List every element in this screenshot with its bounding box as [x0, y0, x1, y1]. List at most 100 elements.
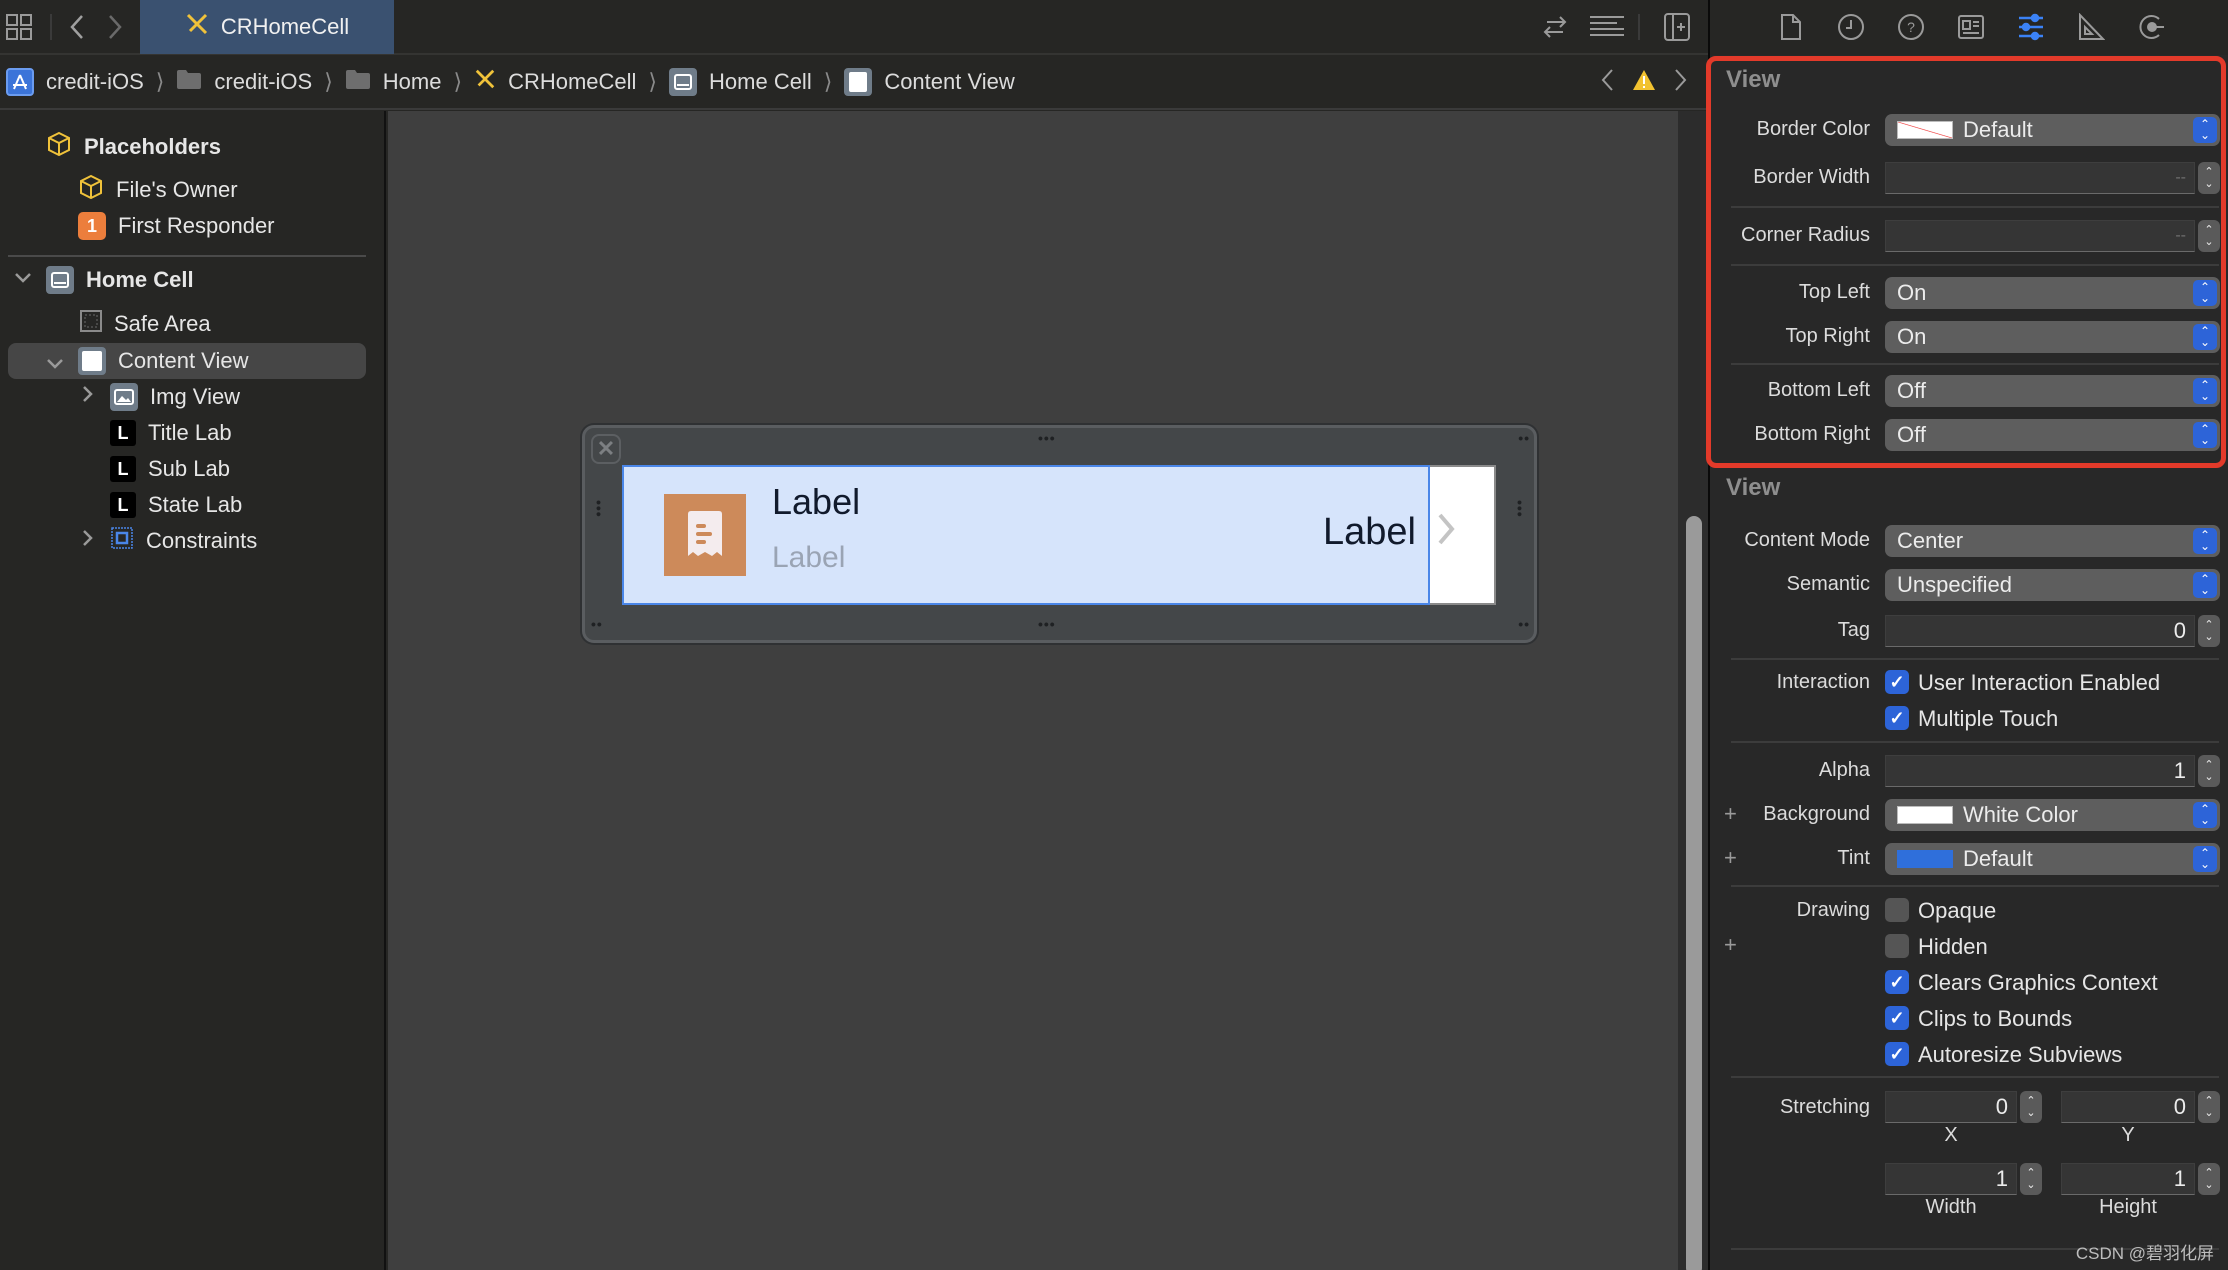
border-width-stepper[interactable]: ⌃ ⌄ [2198, 162, 2220, 194]
autoresize-checkbox[interactable]: ✓ [1885, 1042, 1909, 1066]
resize-handle-left[interactable]: ••• [591, 500, 607, 518]
chevron-right-icon[interactable] [82, 385, 94, 408]
canvas-scrollbar-thumb[interactable] [1686, 516, 1702, 1270]
help-icon[interactable]: ? [1896, 12, 1926, 42]
outline-content-view[interactable]: Content View [78, 344, 248, 378]
stretch-height-field[interactable]: 1 [2061, 1163, 2195, 1195]
add-editor-icon[interactable] [1662, 12, 1692, 42]
resize-handle-bottom-left[interactable]: •• [591, 616, 603, 632]
alpha-field[interactable]: 1 [1885, 755, 2195, 787]
connections-icon[interactable] [2136, 12, 2166, 42]
stretch-x-field[interactable]: 0 [1885, 1091, 2017, 1123]
tag-field[interactable]: 0 [1885, 615, 2195, 647]
multiple-touch-checkbox[interactable]: ✓ [1885, 706, 1909, 730]
img-view[interactable] [664, 494, 746, 576]
outline-safe-area[interactable]: Safe Area [80, 307, 211, 341]
outline-label: First Responder [118, 213, 275, 238]
resize-handle-bottom-right[interactable]: •• [1518, 616, 1530, 632]
bottom-left-popup[interactable]: Off ⌃ ⌄ [1885, 375, 2220, 407]
alpha-stepper[interactable]: ⌃ ⌄ [2198, 755, 2220, 787]
alpha-label: Alpha [1818, 759, 1870, 781]
content-mode-popup[interactable]: Center ⌃ ⌄ [1885, 525, 2220, 557]
chevron-down-icon[interactable] [14, 268, 32, 289]
outline-constraints[interactable]: Constraints [110, 524, 257, 558]
breadcrumb-item[interactable]: Content View [844, 56, 1015, 108]
corner-radius-stepper[interactable]: ⌃ ⌄ [2198, 220, 2220, 252]
plus-icon[interactable]: + [1724, 801, 1737, 827]
separator [1731, 741, 2219, 743]
title-label[interactable]: Label [772, 481, 860, 523]
tab-crhomecell[interactable]: CRHomeCell [140, 0, 394, 54]
corner-radius-field[interactable]: -- [1885, 220, 2195, 252]
stretch-width-stepper[interactable]: ⌃ ⌄ [2020, 1163, 2042, 1195]
tag-stepper[interactable]: ⌃ ⌄ [2198, 615, 2220, 647]
outline-sub-lab[interactable]: L Sub Lab [110, 452, 230, 486]
plus-icon[interactable]: + [1724, 845, 1737, 871]
resize-handle-right[interactable]: ••• [1512, 500, 1528, 518]
resize-handle-top[interactable]: ••• [1038, 430, 1056, 446]
outline-placeholders[interactable]: Placeholders [46, 130, 221, 164]
previous-issue-icon[interactable] [1600, 68, 1614, 98]
warning-icon[interactable] [1632, 69, 1656, 97]
stretch-y-stepper[interactable]: ⌃ ⌄ [2198, 1091, 2220, 1123]
hidden-checkbox[interactable] [1885, 934, 1909, 958]
content-view[interactable]: Label Label Label [622, 465, 1430, 605]
breadcrumb-label: credit-iOS [214, 69, 313, 94]
sub-label[interactable]: Label [772, 541, 845, 575]
resize-handle-top-right[interactable]: •• [1518, 430, 1530, 446]
outline-first-responder[interactable]: 1 First Responder [78, 209, 275, 243]
stretch-width-field[interactable]: 1 [1885, 1163, 2017, 1195]
border-color-popup[interactable]: Default ⌃ ⌄ [1885, 114, 2220, 146]
stretch-height-stepper[interactable]: ⌃ ⌄ [2198, 1163, 2220, 1195]
chevron-down-icon[interactable] [46, 354, 64, 375]
outline-files-owner[interactable]: File's Owner [78, 173, 238, 207]
file-icon[interactable] [1776, 12, 1806, 42]
interaction-label: Interaction [1776, 671, 1870, 693]
breadcrumb-item[interactable]: credit-iOS [176, 56, 312, 108]
next-issue-icon[interactable] [1674, 68, 1688, 98]
breadcrumb-item[interactable]: Home Cell [669, 56, 812, 108]
outline-home-cell[interactable]: Home Cell [46, 263, 194, 297]
popup-value: White Color [1963, 802, 2078, 827]
top-left-popup[interactable]: On ⌃ ⌄ [1885, 277, 2220, 309]
identity-icon[interactable] [1956, 12, 1986, 42]
size-icon[interactable] [2076, 12, 2106, 42]
resize-handle-bottom[interactable]: ••• [1038, 616, 1056, 632]
opaque-checkbox[interactable] [1885, 898, 1909, 922]
bottom-right-popup[interactable]: Off ⌃ ⌄ [1885, 419, 2220, 451]
breadcrumb-item[interactable]: credit-iOS [6, 56, 144, 108]
state-label[interactable]: Label [1323, 511, 1416, 554]
outline-divider [8, 255, 366, 257]
stretch-y-field[interactable]: 0 [2061, 1091, 2195, 1123]
plus-icon[interactable]: + [1724, 932, 1737, 958]
constraints-icon [110, 526, 134, 556]
grid-icon[interactable] [4, 12, 34, 42]
chevron-right-icon[interactable] [82, 529, 94, 552]
tint-popup[interactable]: Default ⌃ ⌄ [1885, 843, 2220, 875]
forward-arrow-icon[interactable] [100, 12, 130, 42]
background-popup[interactable]: White Color ⌃ ⌄ [1885, 799, 2220, 831]
semantic-popup[interactable]: Unspecified ⌃ ⌄ [1885, 569, 2220, 601]
separator [1731, 658, 2219, 660]
swap-icon[interactable] [1540, 12, 1570, 42]
table-cell-scene[interactable]: ✕ ••• ••• ••• ••• •• •• •• Label Label L… [582, 425, 1537, 643]
stretch-x-stepper[interactable]: ⌃ ⌄ [2020, 1091, 2042, 1123]
border-width-field[interactable]: -- [1885, 162, 2195, 194]
outline-title-lab[interactable]: L Title Lab [110, 416, 232, 450]
history-icon[interactable] [1836, 12, 1866, 42]
interface-canvas[interactable] [388, 111, 1708, 1270]
top-right-popup[interactable]: On ⌃ ⌄ [1885, 321, 2220, 353]
close-icon[interactable]: ✕ [591, 434, 621, 464]
breadcrumb-separator: ⟩ [324, 69, 333, 94]
clips-to-bounds-checkbox[interactable]: ✓ [1885, 1006, 1909, 1030]
clears-graphics-checkbox[interactable]: ✓ [1885, 970, 1909, 994]
user-interaction-checkbox[interactable]: ✓ [1885, 670, 1909, 694]
outline-img-view[interactable]: Img View [110, 380, 240, 414]
separator [1731, 885, 2219, 887]
breadcrumb-item[interactable]: Home [345, 56, 441, 108]
back-arrow-icon[interactable] [62, 12, 92, 42]
attributes-icon[interactable] [2016, 12, 2046, 42]
lines-icon[interactable] [1588, 12, 1626, 42]
outline-state-lab[interactable]: L State Lab [110, 488, 242, 522]
breadcrumb-item[interactable]: CRHomeCell [474, 56, 636, 108]
